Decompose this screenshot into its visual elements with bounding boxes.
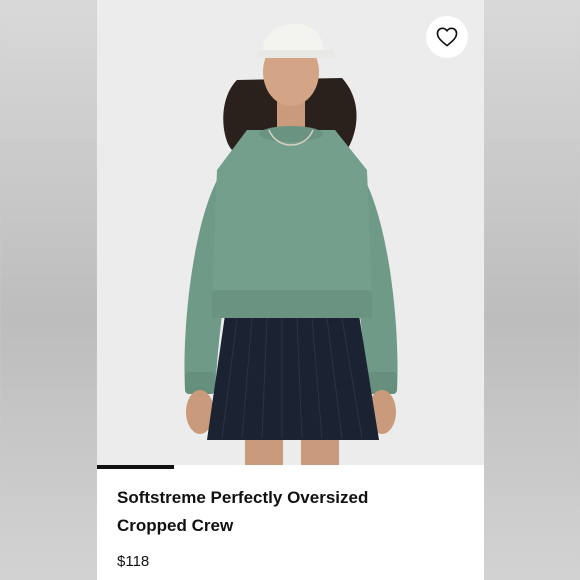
product-price: $118 bbox=[117, 553, 150, 570]
product-card[interactable]: Softstreme Perfectly Oversized Cropped C… bbox=[97, 0, 484, 580]
blurred-right-backdrop bbox=[484, 0, 580, 580]
carousel-active-segment bbox=[97, 465, 174, 469]
image-carousel-indicator bbox=[97, 465, 484, 469]
blurred-left-backdrop bbox=[0, 0, 97, 580]
product-title[interactable]: Softstreme Perfectly Oversized Cropped C… bbox=[117, 484, 447, 540]
heart-icon bbox=[436, 27, 458, 47]
model-illustration bbox=[97, 0, 484, 465]
product-image[interactable] bbox=[97, 0, 484, 465]
favorite-button[interactable] bbox=[426, 16, 468, 58]
